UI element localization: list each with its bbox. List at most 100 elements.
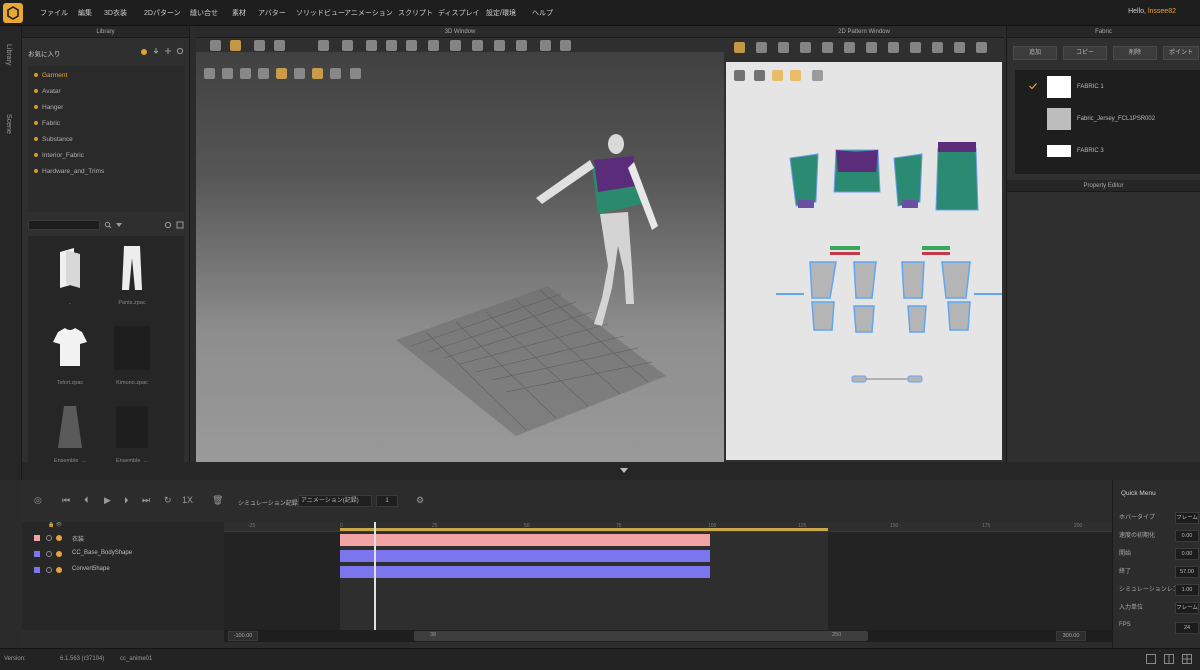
menu-solid-view[interactable]: ソリッドビュー (296, 8, 345, 18)
thumb-dress-2[interactable]: Ensemble_... (106, 402, 158, 464)
delete-fabric-button[interactable]: 削除 (1113, 46, 1157, 60)
2d-curve-icon[interactable] (844, 42, 855, 53)
quick-value-field[interactable]: 0.00 (1175, 530, 1199, 542)
scroll-thumb[interactable]: 38 250 (414, 631, 868, 641)
track-bar-convert[interactable] (340, 566, 710, 578)
quick-value-field[interactable]: 1.00 (1175, 584, 1199, 596)
2d-sew-icon[interactable] (866, 42, 877, 53)
fabric-row[interactable]: FABRIC 1 (1015, 72, 1200, 102)
menu-avatar[interactable]: アバター (258, 8, 286, 18)
quick-value-field[interactable]: フレーム (1175, 602, 1199, 614)
2d-pleat-icon[interactable] (910, 42, 921, 53)
sewing-icon[interactable] (318, 40, 329, 51)
graphic-icon[interactable] (472, 40, 483, 51)
select-tool-icon[interactable] (210, 40, 221, 51)
visibility-icon[interactable] (46, 535, 52, 541)
measure-icon[interactable] (386, 40, 397, 51)
2d-transform-icon[interactable] (756, 42, 767, 53)
range-end-input[interactable]: 300.00 (1056, 631, 1086, 641)
thumb-dress-1[interactable]: Ensemble_... (44, 402, 96, 464)
3d-viewport[interactable] (196, 76, 724, 462)
menu-2d-pattern[interactable]: 2Dパターン (144, 8, 181, 18)
track-row-garment[interactable]: 衣装 (22, 532, 224, 546)
layout-split-icon[interactable] (1164, 654, 1174, 664)
copy-fabric-button[interactable]: コピー (1063, 46, 1107, 60)
menu-edit[interactable]: 編集 (78, 8, 92, 18)
last-frame-icon[interactable]: ⏭ (142, 495, 150, 506)
quick-value-field[interactable]: 0.00 (1175, 548, 1199, 560)
record-icon[interactable]: ◎ (34, 495, 42, 506)
user-info[interactable]: Hello, lnssee82 (1128, 8, 1176, 15)
2d-dart-icon[interactable] (888, 42, 899, 53)
layout-single-icon[interactable] (1146, 654, 1156, 664)
playhead[interactable] (374, 522, 376, 630)
avatar-tool-icon[interactable] (560, 40, 571, 51)
menu-script[interactable]: スクリプト (398, 8, 433, 18)
fold-icon[interactable] (366, 40, 377, 51)
menu-help[interactable]: ヘルプ (532, 8, 553, 18)
refresh-icon[interactable] (176, 47, 184, 55)
visibility-icon[interactable] (46, 551, 52, 557)
record-mode-select[interactable]: アニメーション(記録) (298, 495, 372, 507)
2d-polygon-icon[interactable] (778, 42, 789, 53)
lock-eye-icon[interactable]: 🔒 👁 (48, 522, 62, 528)
visibility-icon[interactable] (46, 567, 52, 573)
2d-annot-icon[interactable] (976, 42, 987, 53)
lock-icon[interactable] (56, 567, 62, 573)
quick-value-field[interactable]: 57.00 (1175, 566, 1199, 578)
speed-icon[interactable]: 1X (182, 495, 193, 505)
lock-icon[interactable] (56, 551, 62, 557)
zipper-icon[interactable] (516, 40, 527, 51)
edit-point-icon[interactable] (274, 40, 285, 51)
tree-item-fabric[interactable]: Fabric (34, 120, 60, 127)
track-row-convert[interactable]: Convert5hape (22, 564, 224, 578)
timeline-scrollbar[interactable]: -100.00 38 250 300.00 (224, 630, 1112, 642)
add-fabric-button[interactable]: 追加 (1013, 46, 1057, 60)
speed-stepper[interactable]: 1 (376, 495, 398, 507)
refresh-icon[interactable] (164, 221, 172, 229)
pattern-pieces[interactable] (726, 62, 1002, 460)
menu-materials[interactable]: 素材 (232, 8, 246, 18)
menu-file[interactable]: ファイル (40, 8, 68, 18)
tape-icon[interactable] (406, 40, 417, 51)
fabric-row[interactable]: FABRIC 3 (1015, 136, 1200, 166)
tree-item-hanger[interactable]: Hanger (34, 104, 63, 111)
library-search-input[interactable] (28, 220, 100, 230)
2d-rectangle-icon[interactable] (800, 42, 811, 53)
track-bar-body[interactable] (340, 550, 710, 562)
prev-frame-icon[interactable]: ⏴ (84, 495, 89, 506)
thumb-pants[interactable]: Pants.zpac (106, 244, 158, 306)
range-start-input[interactable]: -100.00 (228, 631, 258, 641)
edit-pattern-icon[interactable] (254, 40, 265, 51)
star-icon[interactable] (140, 48, 148, 56)
texture-icon[interactable] (450, 40, 461, 51)
timeline-area[interactable]: -25 0 25 50 75 100 125 150 175 200 (224, 522, 1112, 630)
thumb-folder[interactable]: .. (44, 244, 96, 306)
tree-item-interior-fabric[interactable]: Interior_Fabric (34, 152, 84, 159)
pin-icon[interactable] (342, 40, 353, 51)
add-icon[interactable] (164, 47, 172, 55)
lock-icon[interactable] (56, 535, 62, 541)
menu-animation[interactable]: アニメーション (344, 8, 393, 18)
delete-icon[interactable]: 🗑 (212, 495, 223, 506)
tree-item-hardware[interactable]: Hardware_and_Trims (34, 168, 104, 175)
download-icon[interactable] (152, 47, 160, 55)
app-logo-icon[interactable] (3, 3, 23, 23)
track-row-body[interactable]: CC_Base_BodyShape (22, 548, 224, 562)
menu-display[interactable]: ディスプレイ (438, 8, 480, 18)
search-icon[interactable] (104, 221, 112, 229)
range-highlight[interactable] (340, 528, 828, 531)
2d-trace-icon[interactable] (932, 42, 943, 53)
track-bar-garment[interactable] (340, 534, 710, 546)
button-tool-icon[interactable] (494, 40, 505, 51)
2d-grade-icon[interactable] (954, 42, 965, 53)
quick-value-field[interactable]: 24 (1175, 622, 1199, 634)
brush-icon[interactable] (428, 40, 439, 51)
3d-window[interactable]: 3D Window (196, 26, 724, 462)
menu-3d-garment[interactable]: 3D衣装 (104, 8, 127, 18)
next-frame-icon[interactable]: ⏵ (124, 495, 129, 506)
trim-icon[interactable] (540, 40, 551, 51)
first-frame-icon[interactable]: ⏮ (62, 495, 70, 506)
2d-pattern-window[interactable]: 2D Pattern Window (724, 26, 1004, 462)
2d-pattern-canvas[interactable] (726, 62, 1002, 460)
